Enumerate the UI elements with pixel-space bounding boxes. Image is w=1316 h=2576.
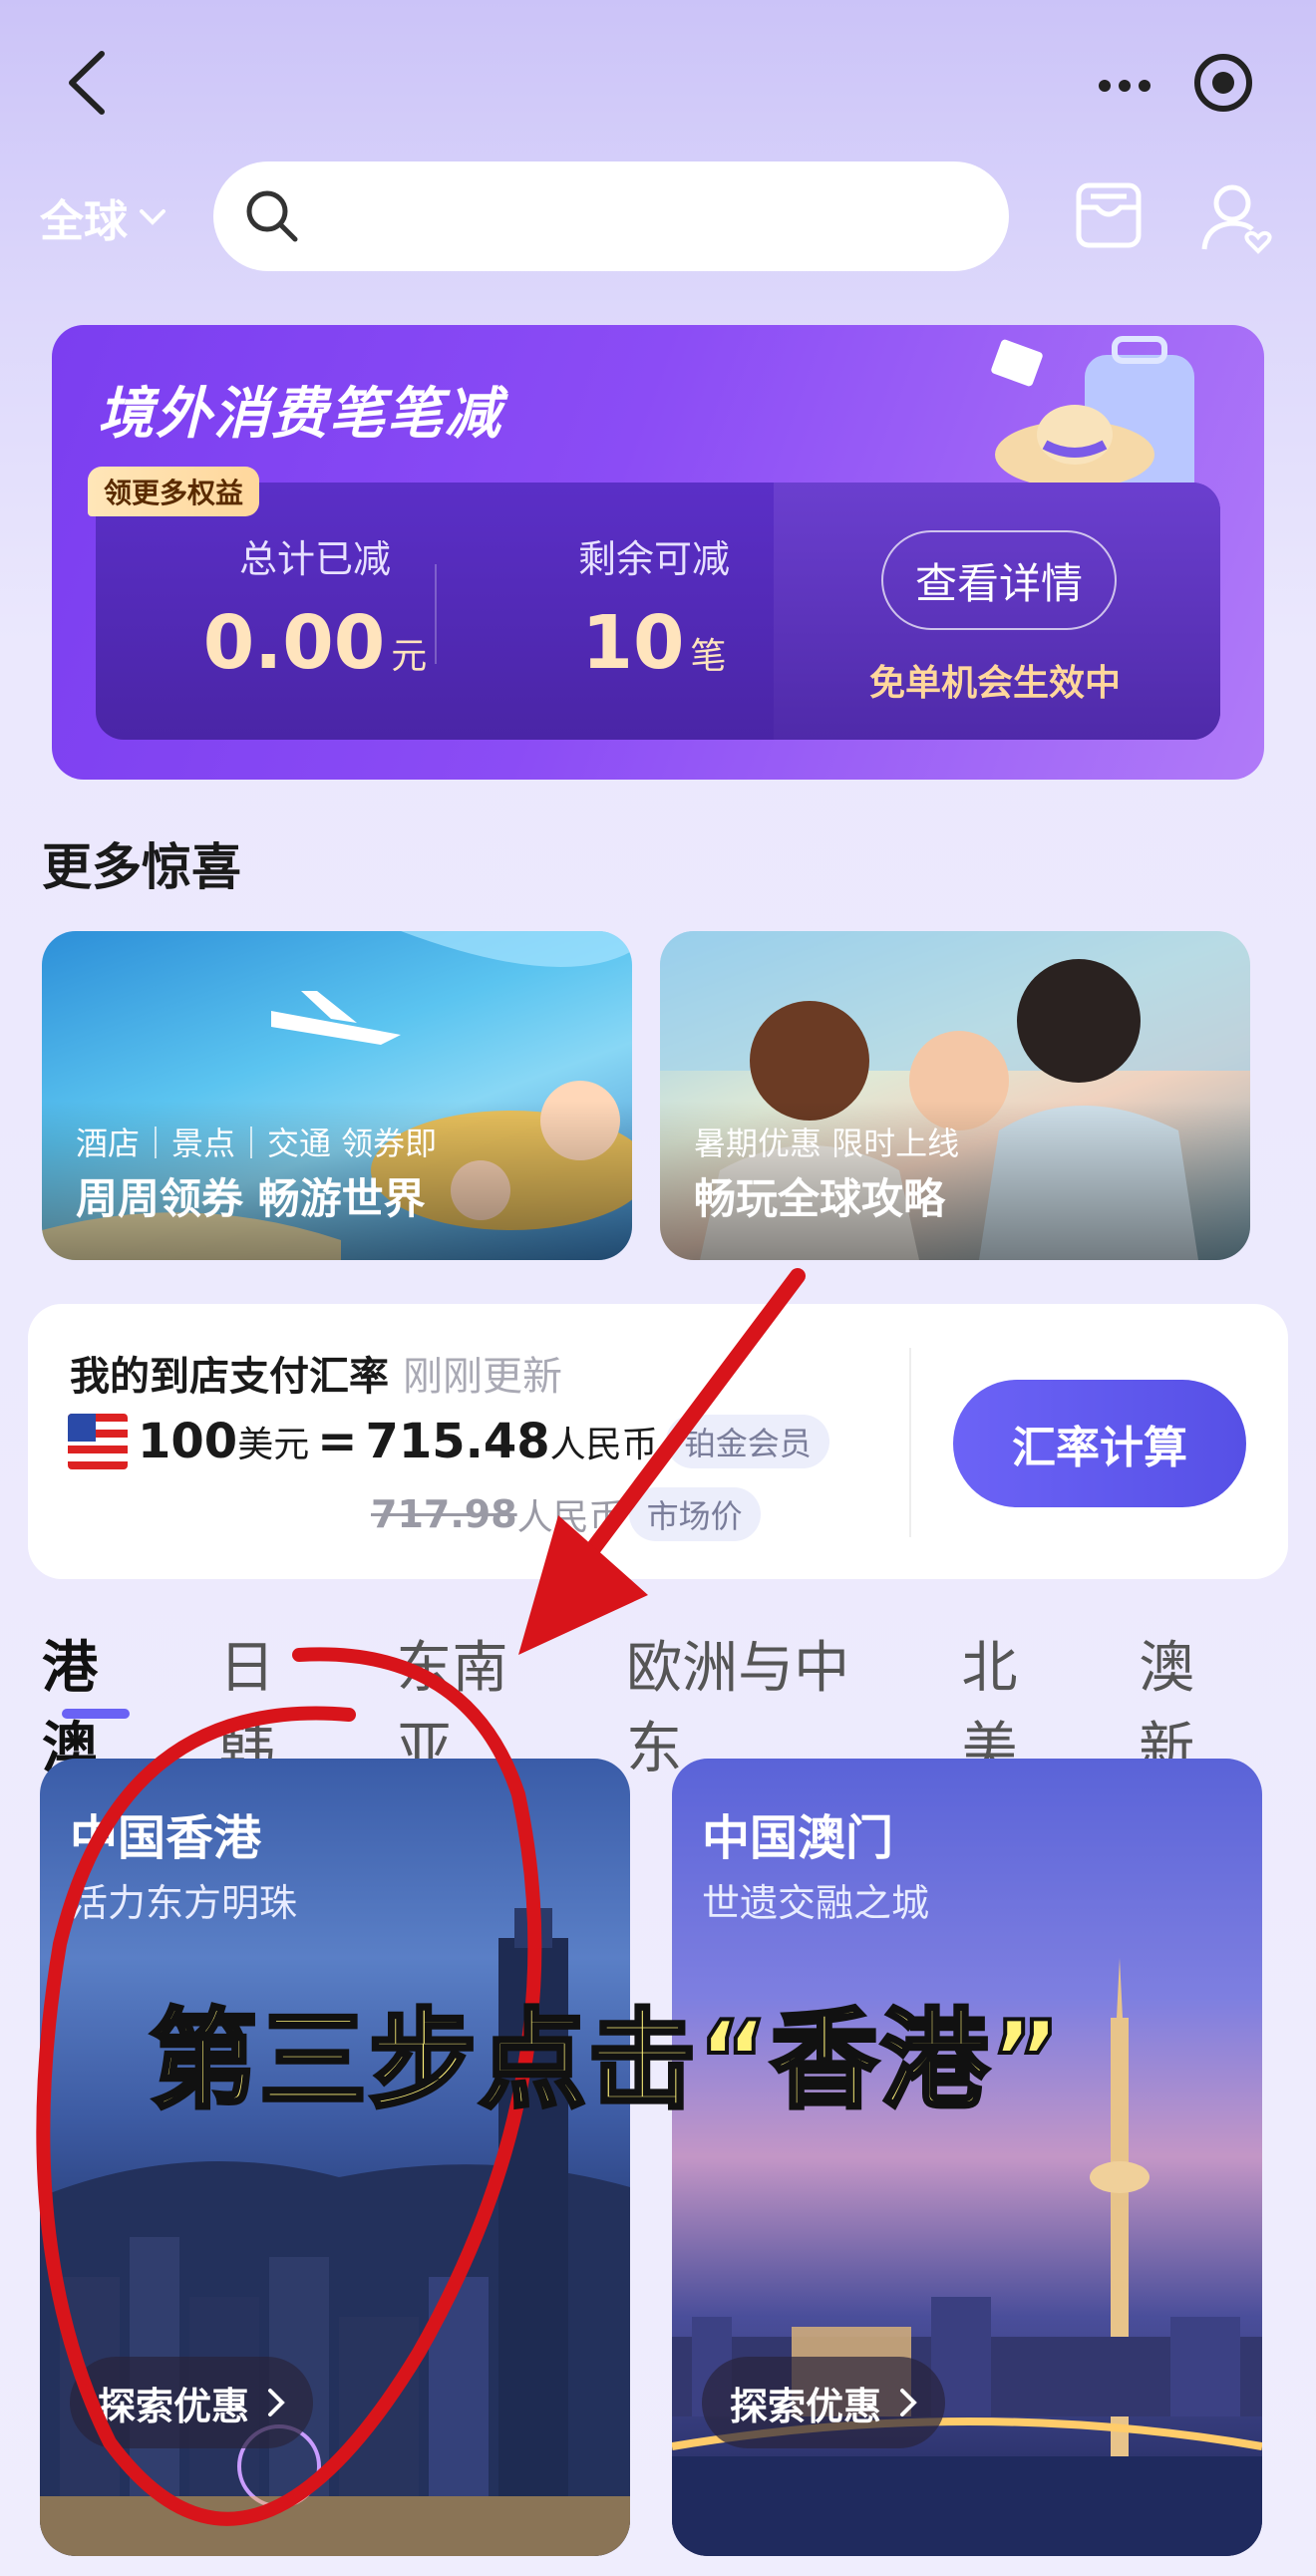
card-title: 周周领券 畅游世界: [76, 1174, 426, 1223]
destination-name: 中国香港: [70, 1810, 262, 1866]
card-title: 畅玩全球攻略: [694, 1174, 946, 1223]
search-input[interactable]: [213, 161, 1009, 271]
chevron-right-icon: [268, 2389, 285, 2416]
remaining-label: 剩余可减: [577, 537, 730, 581]
destination-card-hongkong[interactable]: 中国香港 活力东方明珠 探索优惠: [40, 1759, 630, 2556]
chevron-right-icon: [900, 2389, 917, 2416]
exchange-rate-card: 我的到店支付汇率 刚刚更新 100 美元 = 715.48 人民币 铂金会员 717.…: [28, 1304, 1288, 1579]
promo-card-coupons[interactable]: 酒店｜景点｜交通 领券即 周周领券 畅游世界: [42, 931, 632, 1260]
chevron-down-icon: [140, 209, 165, 225]
more-benefits-tag[interactable]: 领更多权益: [88, 467, 260, 516]
total-reduced-label: 总计已减: [238, 537, 391, 581]
region-selector[interactable]: 全球: [40, 185, 167, 249]
back-icon[interactable]: [58, 48, 118, 118]
remaining-value: 10 笔: [581, 600, 727, 686]
exchange-rate-line: 100 美元 = 715.48 人民币 铂金会员: [68, 1414, 829, 1469]
us-flag-icon: [68, 1414, 128, 1469]
free-order-status: 免单机会生效中: [868, 663, 1121, 704]
active-tab-indicator: [62, 1709, 130, 1719]
card-subtitle: 酒店｜景点｜交通 领券即: [76, 1125, 438, 1162]
more-icon[interactable]: [1095, 56, 1154, 116]
stats-divider: [435, 564, 437, 664]
rate-calculator-button[interactable]: 汇率计算: [953, 1380, 1246, 1507]
member-badge: 铂金会员: [665, 1415, 829, 1468]
wallet-icon[interactable]: [1073, 179, 1145, 251]
updated-label: 刚刚更新: [403, 1354, 562, 1400]
explore-deals-button[interactable]: 探索优惠: [70, 2357, 314, 2448]
region-label: 全球: [40, 196, 128, 247]
destination-tagline: 活力东方明珠: [70, 1881, 298, 1925]
overseas-discount-banner[interactable]: 境外消费笔笔减 领更多权益 总计已减 0.00 元 剩余可减 10 笔 查看详情 免…: [52, 325, 1264, 780]
total-reduced-value: 0.00 元: [202, 600, 428, 686]
section-title: 更多惊喜: [42, 838, 241, 896]
promo-card-guide[interactable]: 暑期优惠 限时上线 畅玩全球攻略: [660, 931, 1250, 1260]
destination-card-macau[interactable]: 中国澳门 世遗交融之城 探索优惠: [672, 1759, 1262, 2556]
close-miniprogram-icon[interactable]: [1192, 52, 1254, 114]
market-rate-line: 717.98 人民币 市场价: [371, 1487, 761, 1541]
card-subtitle: 暑期优惠 限时上线: [694, 1125, 960, 1162]
exchange-rate-title: 我的到店支付汇率 刚刚更新: [70, 1354, 562, 1400]
market-badge: 市场价: [628, 1487, 761, 1541]
explore-deals-button[interactable]: 探索优惠: [702, 2357, 946, 2448]
destination-tagline: 世遗交融之城: [702, 1881, 930, 1925]
user-icon[interactable]: [1196, 177, 1276, 257]
tutorial-caption: 第三步点击“香港”: [148, 1997, 1063, 2125]
view-details-button[interactable]: 查看详情: [881, 530, 1117, 630]
destination-name: 中国澳门: [702, 1810, 894, 1866]
rate-divider: [909, 1348, 911, 1537]
banner-title: 境外消费笔笔减: [98, 382, 502, 447]
search-icon: [246, 190, 298, 242]
